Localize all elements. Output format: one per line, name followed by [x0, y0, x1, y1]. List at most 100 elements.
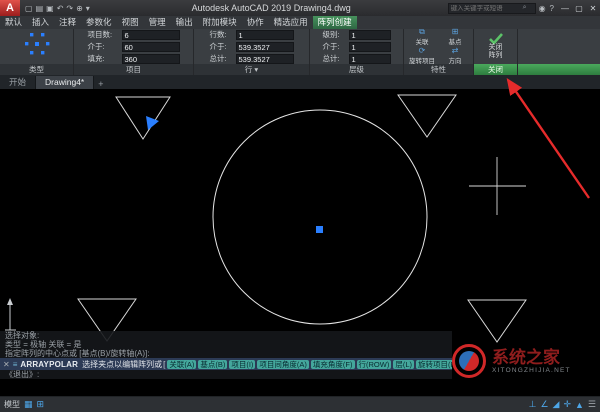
search-icon[interactable]: ⌕ [523, 4, 527, 12]
redo-icon[interactable]: ↷ [66, 4, 73, 13]
autocad-window: A ▢ ▤ ▣ ↶ ↷ ⊕ ▾ Autodesk AutoCAD 2019 Dr… [0, 0, 600, 412]
qat-dropdown-icon[interactable]: ▾ [86, 4, 90, 13]
tab-addins[interactable]: 附加模块 [198, 16, 242, 29]
tab-drawing4[interactable]: Drawing4* [36, 76, 94, 89]
center-grip[interactable] [316, 226, 323, 233]
close-button[interactable]: ✕ [586, 0, 600, 16]
rotate-items-icon: ⟳ [419, 47, 426, 55]
tab-output[interactable]: 输出 [171, 16, 198, 29]
rotate-items-button[interactable]: ⟳ 旋转项目 [407, 47, 437, 65]
signin-icon[interactable]: ◉ [539, 4, 546, 13]
panel-label-close[interactable]: 关闭 [474, 64, 517, 75]
quick-access-toolbar: ▢ ▤ ▣ ↶ ↷ ⊕ ▾ [20, 4, 95, 13]
tab-default[interactable]: 默认 [0, 16, 27, 29]
command-default-option: 《退出》: [0, 370, 452, 379]
panel-label-type[interactable]: 类型 [0, 64, 73, 75]
minimize-button[interactable]: — [558, 0, 572, 16]
command-line-panel[interactable]: 选择对象: 类型 = 极轴 关联 = 是 指定阵列的中心点或 [基点(B)/旋转… [0, 331, 452, 379]
tab-manage[interactable]: 管理 [144, 16, 171, 29]
panel-label-items[interactable]: 项目 [74, 64, 193, 75]
plot-icon[interactable]: ⊕ [76, 4, 83, 13]
command-option-chip[interactable]: 旋转项目(ROT) [416, 360, 452, 369]
tab-view[interactable]: 视图 [117, 16, 144, 29]
command-cancel-icon[interactable]: ✕ [3, 360, 10, 369]
watermark-logo-icon [452, 344, 486, 378]
close-array-button[interactable]: 关闭 阵列 [489, 33, 503, 60]
dynamic-input-icon[interactable]: ✛ [563, 399, 571, 410]
check-icon [489, 33, 503, 44]
rows-total-input[interactable]: 539.3527 [236, 54, 294, 64]
save-icon[interactable]: ▣ [46, 4, 54, 13]
new-icon[interactable]: ▢ [25, 4, 33, 13]
new-tab-icon[interactable]: + [94, 79, 107, 89]
items-count-input[interactable]: 6 [122, 30, 180, 40]
model-space-button[interactable]: 模型 [4, 399, 20, 410]
ortho-icon[interactable]: ⊥ [529, 399, 537, 410]
watermark-url: XITONGZHIJIA.NET [492, 367, 571, 374]
tab-parametric[interactable]: 参数化 [81, 16, 117, 29]
tab-collaborate[interactable]: 协作 [242, 16, 269, 29]
rows-count-label: 行数: [210, 29, 234, 40]
app-menu-button[interactable]: A [0, 0, 20, 16]
command-history-line: 指定阵列的中心点或 [基点(B)/旋转轴(A)]: [0, 349, 452, 358]
status-bar: 模型 ▦ ⊞ ⊥ ∠ ◢ ✛ ▲ ☰ [0, 396, 600, 412]
title-bar: A ▢ ▤ ▣ ↶ ↷ ⊕ ▾ Autodesk AutoCAD 2019 Dr… [0, 0, 600, 16]
rows-between-input[interactable]: 539.3527 [236, 42, 294, 52]
tab-array-creation[interactable]: 阵列创建 [313, 16, 357, 29]
polar-tracking-icon[interactable]: ∠ [540, 399, 548, 410]
titlebar-icons: ◉ ? [539, 4, 558, 13]
undo-icon[interactable]: ↶ [57, 4, 64, 13]
command-option-chip[interactable]: 行(ROW) [357, 360, 392, 369]
rows-count-input[interactable]: 1 [236, 30, 294, 40]
ribbon-filler [518, 29, 600, 75]
help-icon[interactable]: ? [550, 4, 554, 13]
levels-between-label: 介于: [323, 41, 347, 52]
command-option-chip[interactable]: 基点(B) [198, 360, 227, 369]
base-point-button[interactable]: ⊞ 基点 [440, 28, 470, 46]
levels-count-label: 级别: [323, 29, 347, 40]
command-option-chip[interactable]: 层(L) [393, 360, 414, 369]
grid-icon[interactable]: ▦ [24, 399, 33, 410]
levels-total-input[interactable]: 1 [349, 54, 391, 64]
annotation-scale-icon[interactable]: ▲ [575, 400, 584, 410]
selected-object-marker[interactable] [146, 116, 159, 130]
panel-label-levels[interactable]: 层级 [310, 64, 403, 75]
search-input[interactable] [451, 5, 523, 12]
snap-icon[interactable]: ⊞ [37, 399, 45, 410]
maximize-button[interactable]: ▢ [572, 0, 586, 16]
customization-icon[interactable]: ☰ [588, 399, 596, 410]
command-option-chip[interactable]: 项目(I) [229, 360, 255, 369]
direction-icon: ⇄ [452, 47, 459, 55]
associative-button[interactable]: ⧉ 关联 [407, 28, 437, 46]
osnap-icon[interactable]: ◢ [553, 399, 560, 410]
command-prompt-text: 选择夹点以编辑阵列或 [82, 359, 162, 370]
window-controls: — ▢ ✕ [558, 0, 600, 16]
direction-button[interactable]: ⇄ 方向 [440, 47, 470, 65]
panel-label-properties[interactable]: 特性 [404, 64, 473, 75]
levels-total-label: 总计: [323, 53, 347, 64]
array-triangle-4 [468, 300, 526, 342]
open-icon[interactable]: ▤ [36, 4, 44, 13]
command-customize-icon[interactable]: ≡ [13, 360, 18, 369]
items-fill-input[interactable]: 360 [122, 54, 180, 64]
tab-start[interactable]: 开始 [0, 76, 36, 89]
levels-between-input[interactable]: 1 [349, 42, 391, 52]
command-input-row[interactable]: ✕ ≡ ARRAYPOLAR 选择夹点以编辑阵列或 [ 关联(A) 基点(B) … [0, 358, 452, 370]
command-history-line: 选择对象: [0, 331, 452, 340]
panel-label-rows[interactable]: 行 ▾ [194, 64, 309, 75]
array-triangle-1 [116, 97, 170, 139]
base-point-icon: ⊞ [452, 28, 459, 36]
polar-array-icon[interactable] [22, 29, 52, 64]
command-option-chip[interactable]: 项目间角度(A) [257, 360, 309, 369]
command-option-chip[interactable]: 关联(A) [167, 360, 196, 369]
tab-annotate[interactable]: 注释 [54, 16, 81, 29]
tab-insert[interactable]: 插入 [27, 16, 54, 29]
command-option-chip[interactable]: 填充角度(F) [311, 360, 355, 369]
items-between-input[interactable]: 60 [122, 42, 180, 52]
associative-icon: ⧉ [419, 28, 425, 36]
levels-count-input[interactable]: 1 [349, 30, 391, 40]
items-fill-label: 填充: [88, 53, 120, 64]
array-triangle-2 [398, 95, 456, 137]
rows-between-label: 介于: [210, 41, 234, 52]
tab-featured-apps[interactable]: 精选应用 [269, 16, 313, 29]
